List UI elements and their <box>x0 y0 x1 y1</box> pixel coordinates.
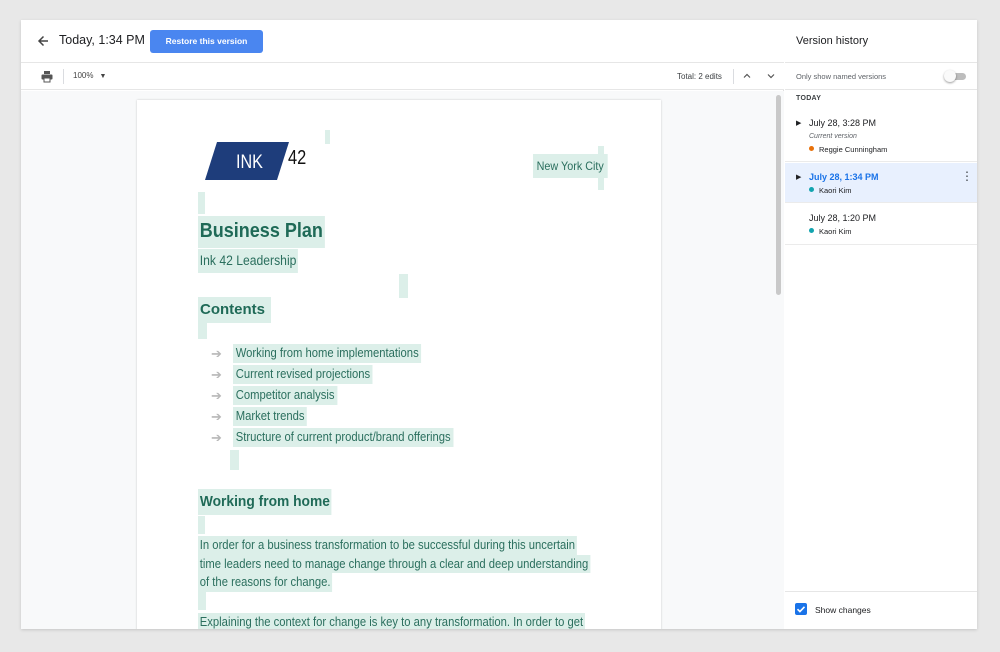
change-marker <box>198 192 205 214</box>
change-marker <box>325 130 330 144</box>
paragraph-line: Explaining the context for change is key… <box>198 613 585 629</box>
section-heading: Working from home <box>198 489 332 515</box>
check-icon <box>796 606 806 613</box>
change-marker <box>198 592 206 610</box>
version-author: Reggie Cunningham <box>809 145 887 154</box>
back-button[interactable] <box>33 31 53 51</box>
change-marker <box>198 323 207 339</box>
version-date: July 28, 3:28 PM <box>809 118 877 128</box>
paragraph-line: time leaders need to manage change throu… <box>198 554 591 574</box>
printer-icon <box>41 71 53 83</box>
restore-version-button[interactable]: Restore this version <box>150 30 263 53</box>
chevron-up-icon <box>743 73 751 78</box>
more-vert-icon[interactable]: ⋮ <box>961 169 973 185</box>
paragraph-line: of the reasons for change. <box>198 573 333 592</box>
version-item-selected[interactable]: ▶ July 28, 1:34 PM Kaori Kim ⋮ <box>785 163 977 203</box>
toc-item-text: Current revised projections <box>233 365 373 384</box>
toc-item-text: Structure of current product/brand offer… <box>233 428 454 447</box>
contents-heading: Contents <box>198 297 271 323</box>
version-date: July 28, 1:20 PM <box>809 213 877 223</box>
document-pane: Today, 1:34 PM Restore this version 100%… <box>21 20 784 629</box>
version-item[interactable]: July 28, 1:20 PM Kaori Kim <box>785 204 977 245</box>
toggle-knob <box>944 70 956 82</box>
author-color-dot <box>809 228 814 233</box>
document-page: INK 42 New York City Business Plan Ink 4… <box>137 100 661 629</box>
next-edit-button[interactable] <box>763 68 779 84</box>
toc-item-text: Market trends <box>233 407 308 426</box>
toolbar-divider <box>733 69 734 84</box>
author-name: Kaori Kim <box>819 227 852 236</box>
expand-icon[interactable]: ▶ <box>796 173 801 181</box>
city-label: New York City <box>533 154 608 178</box>
show-changes-checkbox[interactable] <box>795 603 807 615</box>
ink42-logo: INK <box>205 142 289 180</box>
version-history-panel: Version history Only show named versions… <box>785 20 977 629</box>
panel-footer: Show changes <box>785 591 977 629</box>
caret-down-icon: ▼ <box>99 73 107 80</box>
toc-item-text: Competitor analysis <box>233 386 338 405</box>
change-marker <box>399 274 408 298</box>
arrow-right-icon: ➔ <box>211 430 222 445</box>
chevron-down-icon <box>767 74 775 79</box>
arrow-left-icon <box>37 35 48 47</box>
version-item[interactable]: ▶ July 28, 3:28 PM Current version Reggi… <box>785 109 977 162</box>
author-color-dot <box>809 146 814 151</box>
arrow-right-icon: ➔ <box>211 346 222 361</box>
paragraph: Explaining the context for change is key… <box>198 613 628 629</box>
version-time: Today, 1:34 PM <box>59 33 145 47</box>
named-versions-label: Only show named versions <box>796 72 887 81</box>
arrow-right-icon: ➔ <box>211 388 222 403</box>
author-name: Reggie Cunningham <box>819 145 888 154</box>
toc-item-text: Working from home implementations <box>233 344 422 363</box>
paragraph-line: In order for a business transformation t… <box>198 536 577 555</box>
document-subtitle: Ink 42 Leadership <box>198 249 299 273</box>
document-title: Business Plan <box>198 216 325 248</box>
version-date: July 28, 1:34 PM <box>809 172 879 182</box>
group-label: TODAY <box>796 95 822 102</box>
arrow-right-icon: ➔ <box>211 367 222 382</box>
arrow-right-icon: ➔ <box>211 409 222 424</box>
print-button[interactable] <box>40 70 54 83</box>
author-color-dot <box>809 187 814 192</box>
named-versions-toggle[interactable] <box>944 70 966 82</box>
app-window: Today, 1:34 PM Restore this version 100%… <box>21 20 977 629</box>
panel-header: Version history <box>785 20 977 63</box>
top-bar: Today, 1:34 PM Restore this version <box>21 20 784 63</box>
total-edits: Total: 2 edits <box>677 72 722 81</box>
logo-number: 42 <box>288 147 307 169</box>
author-name: Kaori Kim <box>819 186 852 195</box>
document-canvas: INK 42 New York City Business Plan Ink 4… <box>21 91 784 629</box>
expand-icon[interactable]: ▶ <box>796 119 801 127</box>
change-marker <box>198 516 205 534</box>
named-versions-row: Only show named versions <box>785 63 977 90</box>
show-changes-label: Show changes <box>815 605 871 615</box>
zoom-value: 100% <box>73 71 94 80</box>
paragraph: In order for a business transformation t… <box>198 536 628 592</box>
change-marker <box>230 450 239 470</box>
current-version-label: Current version <box>809 133 857 140</box>
logo-text: INK <box>236 151 263 173</box>
version-author: Kaori Kim <box>809 186 852 195</box>
previous-edit-button[interactable] <box>739 68 755 84</box>
vertical-scrollbar[interactable] <box>776 95 781 295</box>
toolbar: 100% ▼ Total: 2 edits <box>21 63 784 90</box>
version-author: Kaori Kim <box>809 227 852 236</box>
zoom-select[interactable]: 100% ▼ <box>73 71 106 80</box>
toolbar-divider <box>63 69 64 84</box>
panel-title: Version history <box>796 35 869 47</box>
